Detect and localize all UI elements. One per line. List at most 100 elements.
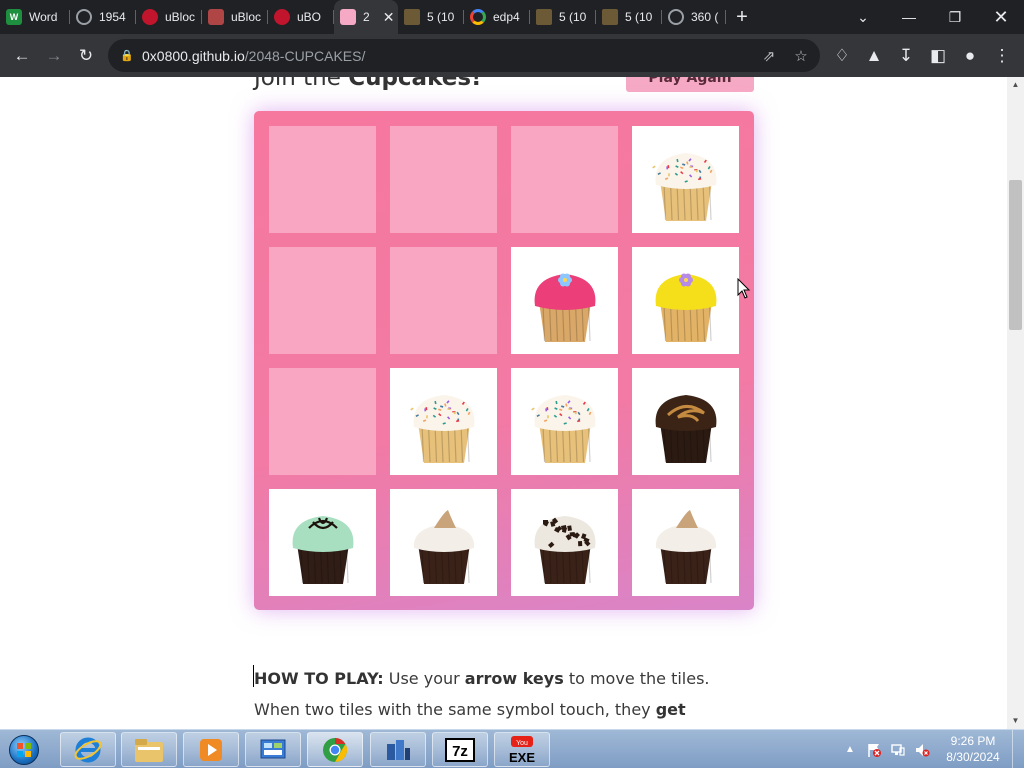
taskbar-7zip[interactable]: 7z (432, 732, 488, 767)
labs-flask-icon[interactable]: ▲ (858, 40, 890, 72)
reload-button[interactable]: ↻ (70, 40, 102, 72)
lock-icon[interactable]: 🔒 (120, 49, 138, 62)
side-panel-icon[interactable]: ◧ (922, 40, 954, 72)
taskbar-control-panel[interactable] (245, 732, 301, 767)
svg-text:You: You (516, 740, 528, 747)
folder-icon (404, 9, 420, 25)
tab-title: uBloc (231, 10, 262, 24)
cupcake-page-icon (340, 9, 356, 25)
cupcake-mint-chocolate-icon (292, 515, 353, 584)
folder-icon (602, 9, 618, 25)
taskbar-chrome[interactable] (307, 732, 363, 767)
action-center-flag-icon[interactable] (864, 730, 884, 769)
browser-tab[interactable]: 360 ( (662, 0, 726, 34)
browser-tab[interactable]: W Word (0, 0, 70, 34)
tab-title: Word (29, 10, 58, 24)
url-path: /2048-CUPCAKES/ (244, 47, 366, 64)
new-tab-button[interactable]: + (726, 0, 758, 34)
howto-arrow-keys: arrow keys (464, 669, 564, 688)
scroll-up-arrow-icon[interactable]: ▲ (1007, 77, 1024, 91)
cupcake-tile-vanilla-sprinkles (632, 126, 739, 233)
taskbar-app[interactable] (370, 732, 426, 767)
ublock-icon (274, 9, 290, 25)
scroll-down-arrow-icon[interactable]: ▼ (1007, 713, 1024, 727)
tab-title: 5 (10 (427, 10, 455, 24)
tab-title: 5 (10 (625, 10, 653, 24)
tab-close-icon[interactable]: ✕ (383, 9, 395, 26)
taskbar-internet-explorer[interactable] (60, 732, 116, 767)
bookmark-star-icon[interactable]: ☆ (786, 39, 816, 72)
globe-icon (76, 9, 92, 25)
tab-title: uBloc (165, 10, 196, 24)
browser-tab[interactable]: uBloc (202, 0, 268, 34)
file-explorer-icon (135, 738, 163, 762)
cupcake-tile-pink-frosted (511, 247, 618, 354)
7zip-icon: 7z (445, 737, 475, 762)
empty-cell (269, 247, 376, 354)
extensions-puzzle-icon[interactable]: ♢ (826, 40, 858, 72)
browser-tab[interactable]: 5 (10 (596, 0, 662, 34)
volume-muted-icon[interactable] (912, 730, 932, 769)
tab-search-chevron-icon[interactable]: ⌄ (840, 0, 886, 34)
menu-kebab-icon[interactable]: ⋮ (986, 40, 1018, 72)
tab-title: edp4 (493, 10, 520, 24)
network-icon[interactable] (888, 730, 908, 769)
internet-explorer-icon (74, 737, 102, 762)
cupcake-tile-yellow-frosted (632, 247, 739, 354)
share-icon[interactable]: ⇗ (754, 39, 784, 72)
svg-text:EXE: EXE (509, 750, 535, 765)
show-hidden-icons-arrow-icon[interactable]: ▲ (843, 730, 857, 769)
app-icon (387, 739, 410, 760)
ublock-icon (142, 9, 158, 25)
system-clock[interactable]: 9:26 PM 8/30/2024 (938, 733, 1008, 765)
taskbar-youtube-exe[interactable]: You EXE (494, 732, 550, 767)
title-emphasis: Cupcakes! (348, 77, 482, 91)
vertical-scrollbar[interactable]: ▲ ▼ (1007, 77, 1024, 729)
cupcake-tile-chocolate-swirl (632, 368, 739, 475)
cupcake-yellow-frosted-icon (655, 273, 716, 342)
restore-button[interactable]: ❐ (932, 0, 978, 34)
url-text[interactable]: 0x0800.github.io/2048-CUPCAKES/ (142, 48, 365, 64)
globe-icon (668, 9, 684, 25)
empty-cell (390, 247, 497, 354)
cupcake-tile-cookies-and-cream (511, 489, 618, 596)
tab-title: 5 (10 (559, 10, 587, 24)
browser-tab[interactable]: 2 ✕ (334, 0, 398, 34)
show-desktop-button[interactable] (1012, 730, 1024, 769)
tab-title: 2 (363, 10, 370, 24)
cupcake-vanilla-sprinkles-icon (530, 394, 595, 463)
browser-tab[interactable]: 5 (10 (530, 0, 596, 34)
back-button[interactable]: ← (6, 40, 38, 72)
cupcake-vanilla-sprinkles-icon (651, 152, 716, 221)
close-window-button[interactable]: ✕ (978, 0, 1024, 34)
word-icon: W (6, 9, 22, 25)
scrollbar-thumb[interactable] (1009, 180, 1022, 330)
browser-tab[interactable]: uBloc (136, 0, 202, 34)
cupcake-cookies-and-cream-icon (534, 515, 595, 584)
howto-text-1: Use your (383, 669, 465, 688)
web-page: Join the Cupcakes! Play Again HOW TO PLA… (0, 77, 1007, 729)
browser-tab[interactable]: 1954 (70, 0, 136, 34)
cupcake-tile-vanilla-sprinkles (511, 368, 618, 475)
address-bar[interactable]: 🔒 0x0800.github.io/2048-CUPCAKES/ ⇗ ☆ (108, 39, 820, 72)
start-button[interactable] (4, 733, 44, 767)
tab-separator (725, 10, 726, 24)
minimize-button[interactable]: — (886, 0, 932, 34)
title-prefix: Join the (254, 77, 349, 91)
forward-button[interactable]: → (38, 40, 70, 72)
image-icon (208, 9, 224, 25)
clock-date: 8/30/2024 (946, 750, 1000, 764)
empty-cell (390, 126, 497, 233)
browser-tab[interactable]: edp4 (464, 0, 530, 34)
cupcake-pink-frosted-icon (534, 273, 595, 342)
cupcake-tile-chocolate-meringue (390, 489, 497, 596)
taskbar-file-explorer[interactable] (121, 732, 177, 767)
play-again-button[interactable]: Play Again (626, 77, 754, 92)
google-icon (470, 9, 486, 25)
browser-tab[interactable]: uBO (268, 0, 334, 34)
browser-tab[interactable]: 5 (10 (398, 0, 464, 34)
taskbar-media-player[interactable] (183, 732, 239, 767)
profile-avatar-icon[interactable]: ● (954, 40, 986, 72)
download-icon[interactable]: ↧ (890, 40, 922, 72)
game-board (254, 111, 754, 610)
